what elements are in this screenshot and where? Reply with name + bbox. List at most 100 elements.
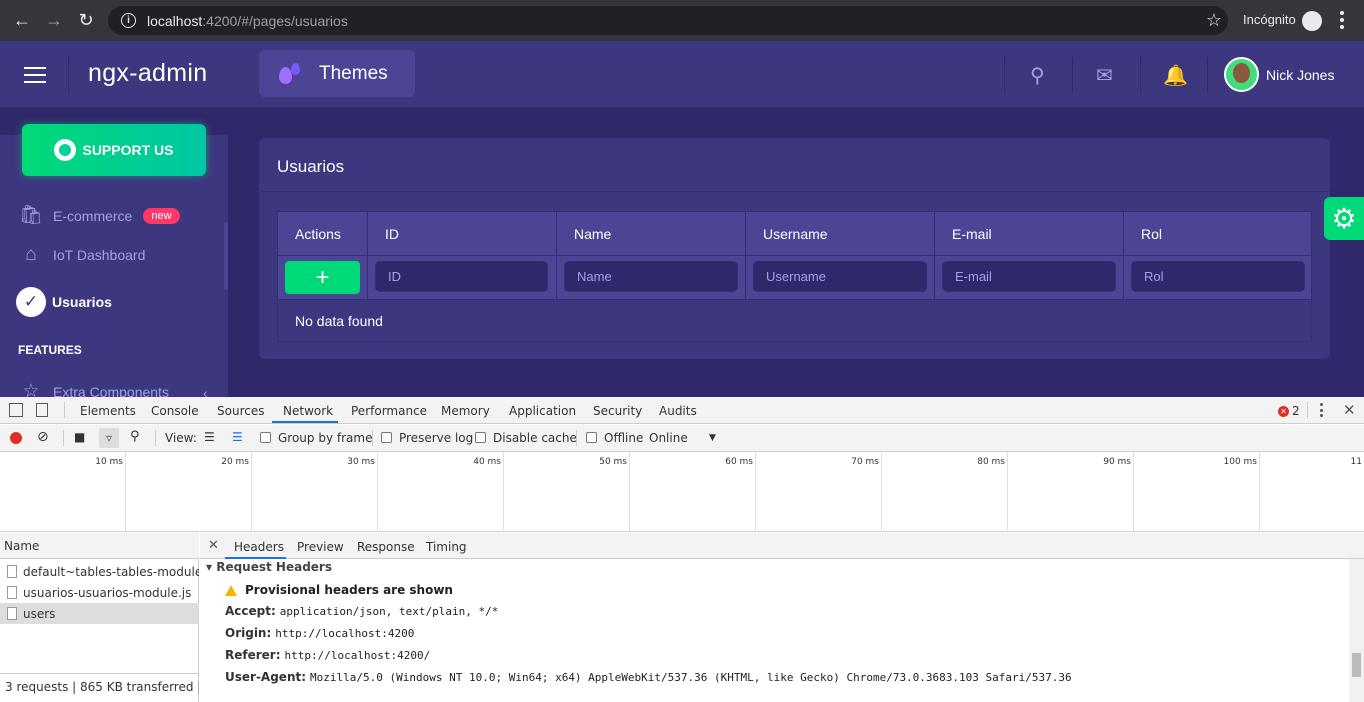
request-row[interactable]: usuarios-usuarios-module.js <box>0 582 199 603</box>
support-label: SUPPORT US <box>82 142 174 158</box>
active-tab-indicator <box>272 421 338 423</box>
avatar[interactable] <box>1224 57 1259 92</box>
support-us-button[interactable]: SUPPORT US <box>22 124 206 176</box>
waterfall-view-icon[interactable]: ☰ <box>232 430 243 444</box>
card-divider <box>259 191 1330 192</box>
browser-menu-icon[interactable] <box>1340 11 1344 29</box>
tab-network[interactable]: Network <box>283 404 333 418</box>
section-request-headers[interactable]: ▾ Request Headers <box>206 560 332 574</box>
column-header-name[interactable]: Name <box>557 212 746 255</box>
id-filter-input[interactable]: ID <box>375 261 548 292</box>
header-divider <box>1207 57 1208 93</box>
close-icon[interactable]: ✕ <box>1343 401 1356 419</box>
disable-cache-checkbox[interactable] <box>475 432 486 443</box>
throttle-select[interactable]: Online <box>649 431 688 445</box>
sidebar-item-iot-dashboard[interactable]: ⌂ IoT Dashboard <box>0 236 228 274</box>
sidebar-scrollbar[interactable] <box>224 222 228 290</box>
themes-button[interactable]: Themes <box>259 50 415 97</box>
bell-icon[interactable]: 🔔 <box>1163 63 1188 88</box>
filter-cell-rol: Rol <box>1124 256 1311 299</box>
filter-icon[interactable]: ▿ <box>99 428 119 448</box>
sidebar-item-ecommerce[interactable]: 🛍 E-commerce new <box>0 197 228 235</box>
sidebar-item-extra-components[interactable]: ☆ Extra Components <box>0 373 228 397</box>
tab-headers[interactable]: Headers <box>234 540 284 554</box>
new-badge: new <box>143 208 180 224</box>
devtools-menu-icon[interactable] <box>1320 403 1324 417</box>
tab-sources[interactable]: Sources <box>217 404 264 418</box>
browser-toolbar: ← → ↻ i localhost:4200/#/pages/usuarios … <box>0 0 1364 41</box>
filter-row: + ID Name Username E-mail Rol <box>278 255 1311 299</box>
forward-arrow-icon[interactable]: → <box>38 5 70 37</box>
rol-filter-input[interactable]: Rol <box>1131 261 1305 292</box>
tab-timing[interactable]: Timing <box>426 540 467 554</box>
sidebar-item-usuarios[interactable]: ✓ Usuarios <box>0 283 228 321</box>
user-name[interactable]: Nick Jones <box>1266 67 1334 83</box>
error-count-badge[interactable]: ✕ 2 <box>1278 404 1300 418</box>
search-icon[interactable]: ⚲ <box>1030 63 1045 88</box>
chevron-left-icon[interactable]: ‹ <box>203 385 208 397</box>
sidebar-item-label: Extra Components <box>53 384 169 397</box>
name-filter-input[interactable]: Name <box>564 261 738 292</box>
request-summary: 3 requests | 865 KB transferred | ... <box>0 673 199 699</box>
usuarios-card: Usuarios Actions ID Name Username E-mail… <box>259 138 1330 359</box>
name-column-header[interactable]: Name <box>0 533 199 559</box>
scrollbar-thumb[interactable] <box>1352 653 1361 677</box>
offline-checkbox[interactable] <box>586 432 597 443</box>
devtools-panel: Elements Console Sources Network Perform… <box>0 397 1364 702</box>
view-label: View: <box>165 431 197 445</box>
menu-toggle-icon[interactable] <box>24 67 46 83</box>
request-name: users <box>23 606 56 621</box>
incognito-icon[interactable] <box>1302 11 1322 31</box>
warning-icon <box>225 584 237 596</box>
details-scrollbar[interactable] <box>1349 559 1364 702</box>
chevron-down-icon[interactable]: ▼ <box>709 433 716 443</box>
tab-elements[interactable]: Elements <box>80 404 136 418</box>
email-filter-input[interactable]: E-mail <box>942 261 1116 292</box>
column-header-rol[interactable]: Rol <box>1124 212 1311 255</box>
timeline-tick: 11 <box>1350 457 1362 467</box>
request-row-selected[interactable]: users <box>0 603 199 624</box>
reload-icon[interactable]: ↻ <box>70 5 102 37</box>
address-bar[interactable]: i localhost:4200/#/pages/usuarios ☆ <box>108 6 1228 35</box>
url-text[interactable]: localhost:4200/#/pages/usuarios <box>147 13 348 29</box>
tab-console[interactable]: Console <box>151 404 199 418</box>
bookmark-star-icon[interactable]: ☆ <box>1206 10 1222 31</box>
tab-security[interactable]: Security <box>593 404 642 418</box>
network-timeline[interactable]: 10 ms 20 ms 30 ms 40 ms 50 ms 60 ms 70 m… <box>0 452 1364 532</box>
brand-logo[interactable]: ngx-admin <box>88 59 207 88</box>
list-view-icon[interactable]: ☰ <box>204 430 215 444</box>
inspect-element-icon[interactable] <box>9 403 23 417</box>
group-by-frame-checkbox[interactable] <box>260 432 271 443</box>
clear-icon[interactable]: ⊘ <box>37 429 49 445</box>
add-button[interactable]: + <box>285 261 360 294</box>
camera-icon[interactable]: ■ <box>74 430 85 444</box>
tab-application[interactable]: Application <box>509 404 576 418</box>
username-filter-input[interactable]: Username <box>753 261 927 292</box>
network-toolbar: ⊘ ■ ▿ ⚲ View: ☰ ☰ Group by frame Preserv… <box>0 425 1364 452</box>
header-value: application/json, text/plain, */* <box>279 605 499 618</box>
column-header-email[interactable]: E-mail <box>935 212 1124 255</box>
column-header-username[interactable]: Username <box>746 212 935 255</box>
request-row[interactable]: default~tables-tables-module... <box>0 561 199 582</box>
settings-gear-icon[interactable]: ⚙ <box>1324 197 1364 240</box>
preserve-log-checkbox[interactable] <box>381 432 392 443</box>
back-arrow-icon[interactable]: ← <box>6 5 38 37</box>
header-key: Referer: <box>225 648 281 662</box>
email-icon[interactable]: ✉ <box>1096 63 1113 88</box>
tab-memory[interactable]: Memory <box>441 404 490 418</box>
search-icon[interactable]: ⚲ <box>130 429 140 444</box>
sidebar-item-label: Usuarios <box>52 294 112 310</box>
record-icon[interactable] <box>10 432 22 444</box>
device-toolbar-icon[interactable] <box>36 403 48 417</box>
tab-performance[interactable]: Performance <box>351 404 427 418</box>
tab-audits[interactable]: Audits <box>659 404 697 418</box>
column-header-id[interactable]: ID <box>368 212 557 255</box>
disable-cache-label: Disable cache <box>493 431 577 445</box>
site-info-icon[interactable]: i <box>121 13 136 28</box>
close-icon[interactable]: ✕ <box>208 538 219 553</box>
tab-response[interactable]: Response <box>357 540 415 554</box>
file-icon <box>7 565 17 578</box>
timeline-gridline <box>629 452 630 532</box>
tab-preview[interactable]: Preview <box>297 540 344 554</box>
active-tab-indicator <box>225 557 286 559</box>
